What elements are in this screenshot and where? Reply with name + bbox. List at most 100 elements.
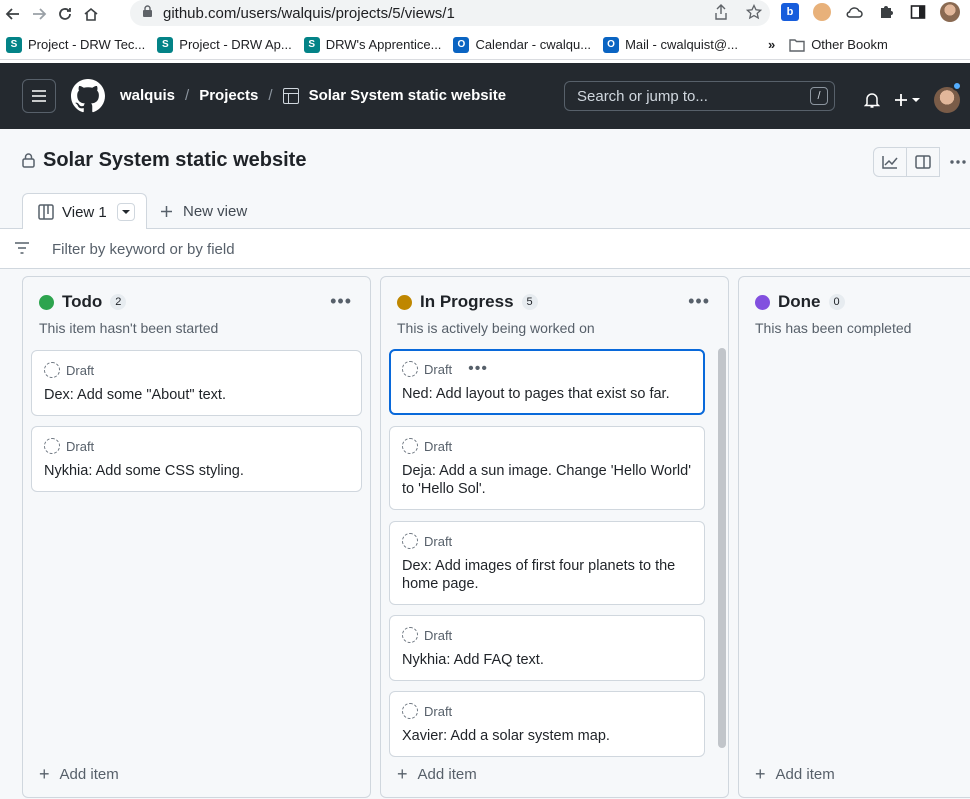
breadcrumb-projects[interactable]: Projects <box>199 87 258 104</box>
bookmark-star-icon[interactable] <box>746 4 762 20</box>
view-options-button[interactable] <box>116 203 135 221</box>
profile-avatar-icon[interactable] <box>940 2 960 22</box>
extension-face-icon[interactable] <box>812 2 832 22</box>
column-header: In Progress 5 <box>397 292 538 312</box>
bitwarden-extension-icon[interactable]: b <box>780 2 800 22</box>
card-title[interactable]: Ned: Add layout to pages that exist so f… <box>402 385 692 403</box>
breadcrumb-user[interactable]: walquis <box>120 87 175 104</box>
draft-issue-icon <box>402 703 418 719</box>
folder-icon <box>789 38 805 52</box>
draft-label: Draft <box>424 703 453 719</box>
column-scrollbar[interactable] <box>718 348 726 748</box>
insights-button[interactable] <box>873 147 907 177</box>
view-tabs: View 1 New view <box>0 191 970 230</box>
address-bar[interactable]: github.com/users/walquis/projects/5/view… <box>130 0 770 26</box>
column-more-icon[interactable]: ••• <box>688 291 710 312</box>
more-bookmarks-button[interactable]: » <box>768 37 775 52</box>
bookmark-item[interactable]: O Calendar - cwalqu... <box>453 36 591 53</box>
card[interactable]: Draft Nykhia: Add some CSS styling. <box>31 426 362 492</box>
table-icon <box>282 87 299 104</box>
other-bookmarks-folder[interactable]: Other Bookm <box>789 37 888 52</box>
plus-icon: + <box>755 764 766 784</box>
kebab-horizontal-icon <box>950 160 966 164</box>
card[interactable]: Draft Deja: Add a sun image. Change 'Hel… <box>389 426 705 510</box>
column-description: This item hasn't been started <box>39 320 219 336</box>
sharepoint-icon: S <box>303 36 320 53</box>
status-dot <box>39 294 54 310</box>
browser-toolbar: github.com/users/walquis/projects/5/view… <box>0 0 970 28</box>
bell-icon[interactable] <box>864 92 880 109</box>
card-selected[interactable]: Draft ••• Ned: Add layout to pages that e… <box>389 349 705 415</box>
breadcrumb-project[interactable]: Solar System static website <box>309 87 507 104</box>
hamburger-icon <box>32 90 46 102</box>
puzzle-extensions-icon[interactable] <box>876 2 896 22</box>
share-icon[interactable] <box>714 4 728 20</box>
card-title[interactable]: Xavier: Add a solar system map. <box>402 727 692 745</box>
bookmark-item[interactable]: S Project - DRW Ap... <box>157 36 292 53</box>
draft-issue-icon <box>44 438 60 454</box>
bookmark-item[interactable]: S Project - DRW Tec... <box>6 36 145 53</box>
item-count-badge: 5 <box>521 294 538 310</box>
side-panel-icon[interactable] <box>908 2 928 22</box>
project-tools <box>873 147 970 177</box>
home-button[interactable] <box>78 2 104 26</box>
card[interactable]: Draft Dex: Add some "About" text. <box>31 350 362 416</box>
tab-view-1[interactable]: View 1 <box>22 193 147 230</box>
draft-issue-icon <box>44 362 60 378</box>
arrow-left-icon <box>5 8 19 20</box>
plus-icon <box>161 206 172 217</box>
bookmark-item[interactable]: O Mail - cwalquist@... <box>603 36 738 53</box>
card-title[interactable]: Dex: Add images of first four planets to… <box>402 557 692 593</box>
add-item-button[interactable]: + Add item <box>755 764 835 785</box>
lock-icon <box>22 153 35 168</box>
status-dot <box>397 294 412 310</box>
filter-bar: Filter by keyword or by field <box>0 229 970 269</box>
draft-issue-icon <box>402 627 418 643</box>
column-more-icon[interactable]: ••• <box>330 291 352 312</box>
user-avatar[interactable] <box>934 81 962 113</box>
sidebar-toggle-button[interactable] <box>906 147 940 177</box>
outlook-icon: O <box>453 36 470 53</box>
column-in-progress: In Progress 5 ••• This is actively being… <box>380 276 729 798</box>
reload-icon <box>59 8 71 20</box>
card-title[interactable]: Nykhia: Add some CSS styling. <box>44 462 349 480</box>
card[interactable]: Draft Nykhia: Add FAQ text. <box>389 615 705 681</box>
card-title[interactable]: Nykhia: Add FAQ text. <box>402 651 692 669</box>
board: Todo 2 ••• This item hasn't been started… <box>0 269 970 799</box>
bookmark-item[interactable]: S DRW's Apprentice... <box>303 36 441 53</box>
caret-down-icon <box>912 98 920 102</box>
cloud-extension-icon[interactable] <box>844 2 864 22</box>
reload-button[interactable] <box>52 2 78 26</box>
card-title[interactable]: Deja: Add a sun image. Change 'Hello Wor… <box>402 462 692 498</box>
board-icon <box>38 204 54 220</box>
project-title-bar: Solar System static website <box>0 129 970 191</box>
extensions-area: b <box>780 2 960 22</box>
page-title: Solar System static website <box>22 149 306 172</box>
new-view-button[interactable]: New view <box>160 203 247 220</box>
sidebar-icon <box>915 155 931 169</box>
plus-icon: + <box>397 764 408 784</box>
draft-issue-icon <box>402 533 418 549</box>
plus-icon: + <box>39 764 50 784</box>
card[interactable]: Draft Xavier: Add a solar system map. <box>389 691 705 757</box>
search-input[interactable]: Search or jump to... / <box>564 81 835 111</box>
back-button[interactable] <box>0 2 26 26</box>
project-more-button[interactable] <box>943 147 970 177</box>
draft-label: Draft <box>424 361 453 377</box>
create-new-button[interactable] <box>894 93 920 107</box>
draft-label: Draft <box>66 362 95 378</box>
github-logo-icon[interactable] <box>71 79 105 113</box>
caret-down-icon <box>121 210 130 214</box>
card-more-icon[interactable]: ••• <box>468 361 488 377</box>
column-description: This is actively being worked on <box>397 320 595 336</box>
add-item-button[interactable]: + Add item <box>397 764 477 785</box>
card-title[interactable]: Dex: Add some "About" text. <box>44 386 349 404</box>
menu-button[interactable] <box>22 79 56 113</box>
add-item-button[interactable]: + Add item <box>39 764 119 785</box>
card[interactable]: Draft Dex: Add images of first four plan… <box>389 521 705 605</box>
sharepoint-icon: S <box>6 36 22 53</box>
status-dot <box>952 81 962 91</box>
filter-input[interactable]: Filter by keyword or by field <box>52 241 235 258</box>
outlook-icon: O <box>603 36 620 53</box>
forward-button[interactable] <box>26 2 52 26</box>
